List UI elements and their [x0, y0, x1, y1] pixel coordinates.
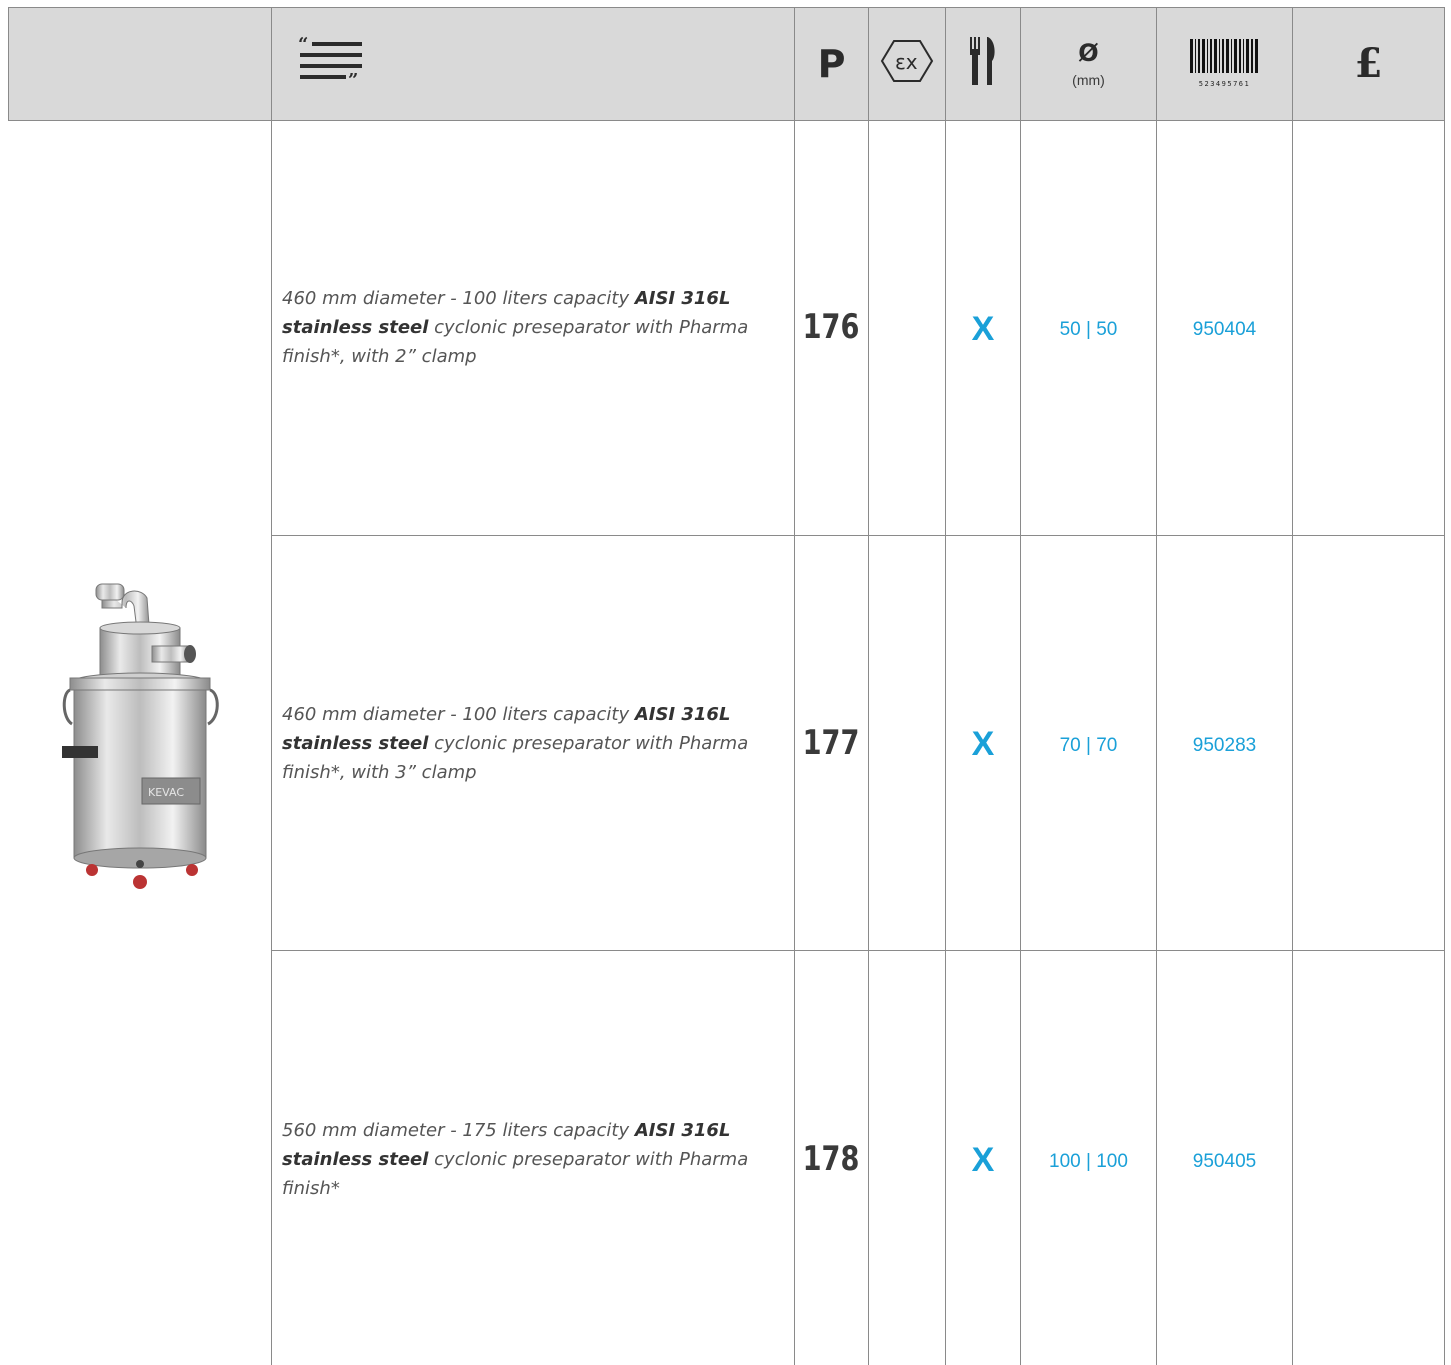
grid-line	[271, 950, 1445, 951]
row-2-diameter: 70 | 70	[1059, 735, 1118, 756]
header-diameter: Ø (mm)	[1021, 7, 1156, 120]
grid-line	[1444, 120, 1445, 1365]
grid-line	[8, 120, 1445, 121]
row-3-description: 560 mm diameter - 175 liters capacity AI…	[282, 1116, 782, 1203]
price-symbol: £	[1354, 40, 1383, 87]
header-barcode: 523495761	[1157, 7, 1292, 120]
row-1-code: 950404	[1192, 319, 1257, 340]
barcode-number: 523495761	[1198, 80, 1251, 88]
p-label: P	[817, 41, 846, 86]
row-3-diameter: 100 | 100	[1049, 1151, 1128, 1172]
row-2-description: 460 mm diameter - 100 liters capacity AI…	[282, 700, 782, 787]
desc-text: 560 mm diameter - 175 liters capacity	[282, 1120, 635, 1141]
grid-line	[868, 7, 869, 1365]
grid-line	[271, 7, 272, 1365]
description-icon: “ ”	[298, 34, 364, 91]
row-3-code: 950405	[1192, 1151, 1257, 1172]
row-2-food-mark: X	[971, 725, 995, 763]
header-p: P	[795, 7, 868, 120]
row-1-description: 460 mm diameter - 100 liters capacity AI…	[282, 284, 782, 371]
header-description: “ ”	[272, 7, 794, 120]
svg-text:”: ”	[348, 70, 358, 86]
row-1-food-mark: X	[971, 310, 995, 348]
row-2-code: 950283	[1192, 735, 1257, 756]
header-price: £	[1293, 7, 1444, 120]
barcode-icon	[1189, 39, 1260, 78]
desc-text: 460 mm diameter - 100 liters capacity	[282, 704, 635, 725]
brand-label: KEVAC	[148, 786, 184, 799]
row-3-food-mark: X	[971, 1141, 995, 1179]
diameter-unit: (mm)	[1072, 71, 1105, 88]
row-2-p-number: 177	[802, 723, 860, 763]
svg-text:εx: εx	[895, 50, 918, 74]
desc-text: 460 mm diameter - 100 liters capacity	[282, 288, 635, 309]
row-3-p-number: 178	[802, 1139, 860, 1179]
grid-line	[794, 7, 795, 1365]
svg-text:“: “	[298, 36, 308, 55]
atex-ex-icon: εx	[880, 39, 934, 88]
grid-line	[271, 535, 1445, 536]
header-atex: εx	[869, 7, 945, 120]
row-1-diameter: 50 | 50	[1059, 319, 1118, 340]
grid-line	[1444, 7, 1445, 121]
grid-line	[8, 7, 9, 121]
diameter-symbol: Ø	[1078, 38, 1099, 67]
food-cutlery-icon	[968, 35, 998, 92]
row-1-p-number: 176	[802, 307, 860, 347]
header-food	[946, 7, 1020, 120]
grid-line	[1292, 7, 1293, 1365]
product-image: KEVAC	[62, 578, 232, 903]
